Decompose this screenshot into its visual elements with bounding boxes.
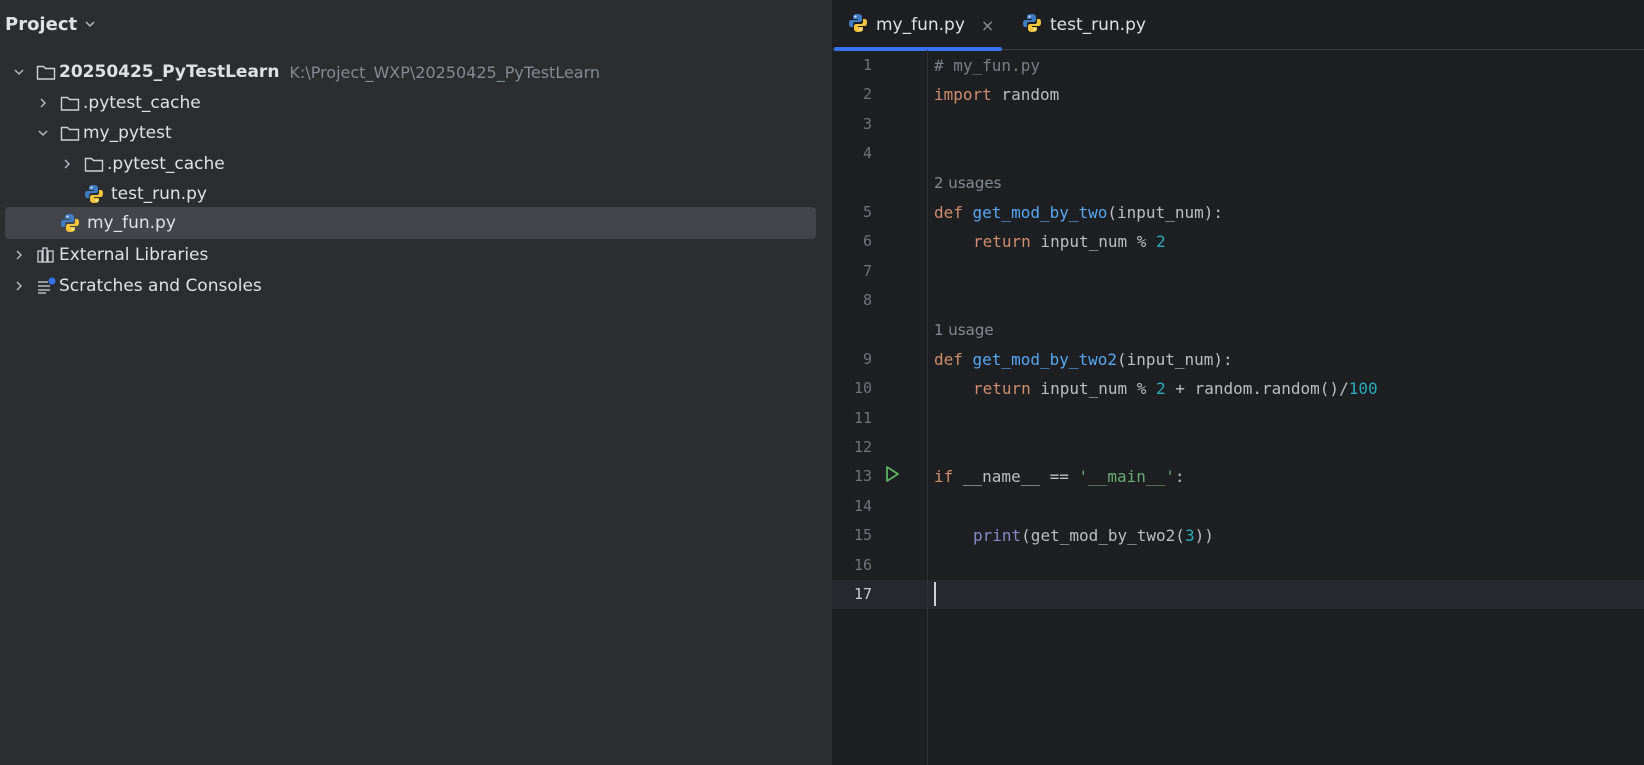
tree-item-nested-pytest-cache[interactable]: .pytest_cache — [5, 148, 816, 180]
line-number: 4 — [862, 144, 872, 162]
tree-item-external-libraries[interactable]: External Libraries — [5, 239, 816, 271]
text-caret — [934, 582, 936, 606]
code-line-10[interactable]: return input_num % 2 + random.random()/1… — [973, 379, 1378, 398]
line-number: 5 — [862, 203, 872, 221]
tree-item-label: test_run.py — [111, 184, 207, 204]
line-number: 15 — [853, 526, 872, 544]
tab-test-run-py[interactable]: test_run.py — [1008, 0, 1160, 50]
line-number: 3 — [862, 115, 872, 133]
editor-tab-bar: my_fun.py × test_run.py — [832, 0, 1644, 51]
line-number: 11 — [853, 409, 872, 427]
library-icon — [35, 244, 57, 266]
line-number: 2 — [862, 85, 872, 103]
line-number: 1 — [862, 56, 872, 74]
code-line-5[interactable]: def get_mod_by_two(input_num): — [934, 203, 1223, 222]
current-line-highlight — [832, 580, 1644, 609]
line-number: 6 — [862, 232, 872, 250]
python-file-icon — [83, 183, 105, 205]
tree-item-label: .pytest_cache — [107, 154, 225, 174]
tree-item-my-fun-py[interactable]: my_fun.py — [5, 207, 816, 239]
tree-item-my-pytest[interactable]: my_pytest — [5, 117, 816, 149]
tab-label: test_run.py — [1050, 15, 1146, 35]
chevron-right-icon[interactable] — [35, 95, 51, 111]
tree-item-label: External Libraries — [59, 245, 209, 265]
folder-icon — [83, 153, 105, 175]
chevron-right-icon[interactable] — [11, 247, 27, 263]
folder-icon — [59, 122, 81, 144]
code-line-13[interactable]: if __name__ == '__main__': — [934, 467, 1184, 486]
code-line-9[interactable]: def get_mod_by_two2(input_num): — [934, 350, 1233, 369]
folder-icon — [59, 92, 81, 114]
python-file-icon — [59, 212, 81, 234]
code-line-15[interactable]: print(get_mod_by_two2(3)) — [973, 526, 1214, 545]
line-number: 8 — [862, 291, 872, 309]
usage-hint[interactable]: 1 usage — [934, 321, 994, 339]
chevron-down-icon[interactable] — [35, 125, 51, 141]
tree-item-pytest-cache[interactable]: .pytest_cache — [5, 87, 816, 119]
tree-item-label: 20250425_PyTestLearn — [59, 62, 280, 82]
code-line-1[interactable]: # my_fun.py — [934, 56, 1040, 75]
tree-item-test-run-py[interactable]: test_run.py — [5, 178, 816, 210]
project-path: K:\Project_WXP\20250425_PyTestLearn — [289, 62, 601, 82]
chevron-down-icon[interactable] — [11, 64, 27, 80]
tree-item-label: Scratches and Consoles — [59, 276, 262, 296]
chevron-right-icon[interactable] — [11, 278, 27, 294]
line-number: 14 — [853, 497, 872, 515]
line-numbers: 1 2 3 4 5 6 7 8 9 10 11 12 13 14 15 16 1… — [832, 0, 928, 765]
line-number: 9 — [862, 350, 872, 368]
code-line-6[interactable]: return input_num % 2 — [973, 232, 1166, 251]
chevron-right-icon[interactable] — [59, 156, 75, 172]
line-number: 12 — [853, 438, 872, 456]
project-title: Project — [5, 13, 78, 35]
tree-item-project-root[interactable]: 20250425_PyTestLearn K:\Project_WXP\2025… — [5, 56, 816, 88]
close-icon[interactable]: × — [981, 16, 994, 35]
project-panel: Project 20250425_PyTestLearn K:\Project_… — [0, 0, 832, 765]
scratches-icon — [35, 275, 57, 297]
usage-hint[interactable]: 2 usages — [934, 174, 1001, 192]
tree-item-label: my_pytest — [83, 123, 172, 143]
line-number: 7 — [862, 262, 872, 280]
code-line-2[interactable]: import random — [934, 85, 1059, 104]
line-number: 13 — [853, 467, 872, 485]
line-number: 10 — [853, 379, 872, 397]
chevron-down-icon — [85, 21, 95, 28]
run-icon[interactable] — [882, 464, 902, 484]
tree-item-label: .pytest_cache — [83, 93, 201, 113]
line-number-current: 17 — [853, 585, 872, 603]
python-file-icon — [1022, 13, 1042, 38]
line-number: 16 — [853, 556, 872, 574]
tree-item-scratches-and-consoles[interactable]: Scratches and Consoles — [5, 270, 816, 302]
tree-item-label: my_fun.py — [87, 213, 176, 233]
project-view-selector[interactable]: Project — [5, 10, 97, 38]
folder-icon — [35, 61, 57, 83]
